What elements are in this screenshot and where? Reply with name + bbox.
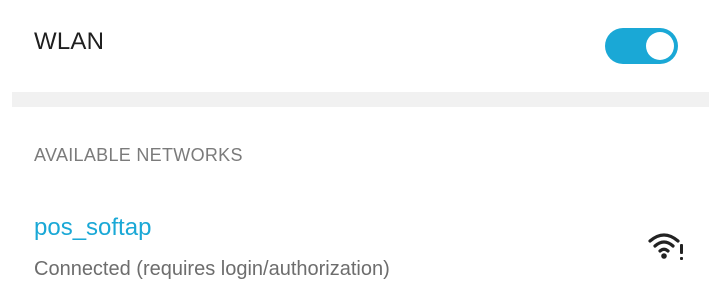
toggle-thumb xyxy=(646,32,674,60)
network-status: Connected (requires login/authorization) xyxy=(34,258,390,280)
available-networks-header: AVAILABLE NETWORKS xyxy=(34,145,243,165)
wlan-setting-row[interactable]: WLAN xyxy=(0,0,709,92)
wlan-label: WLAN xyxy=(34,28,105,55)
section-divider xyxy=(12,92,709,107)
wifi-signal-alert-icon xyxy=(648,233,683,260)
network-list-item[interactable]: pos_softap Connected (requires login/aut… xyxy=(0,200,709,299)
network-name: pos_softap xyxy=(34,214,152,241)
wlan-toggle[interactable] xyxy=(605,28,678,64)
